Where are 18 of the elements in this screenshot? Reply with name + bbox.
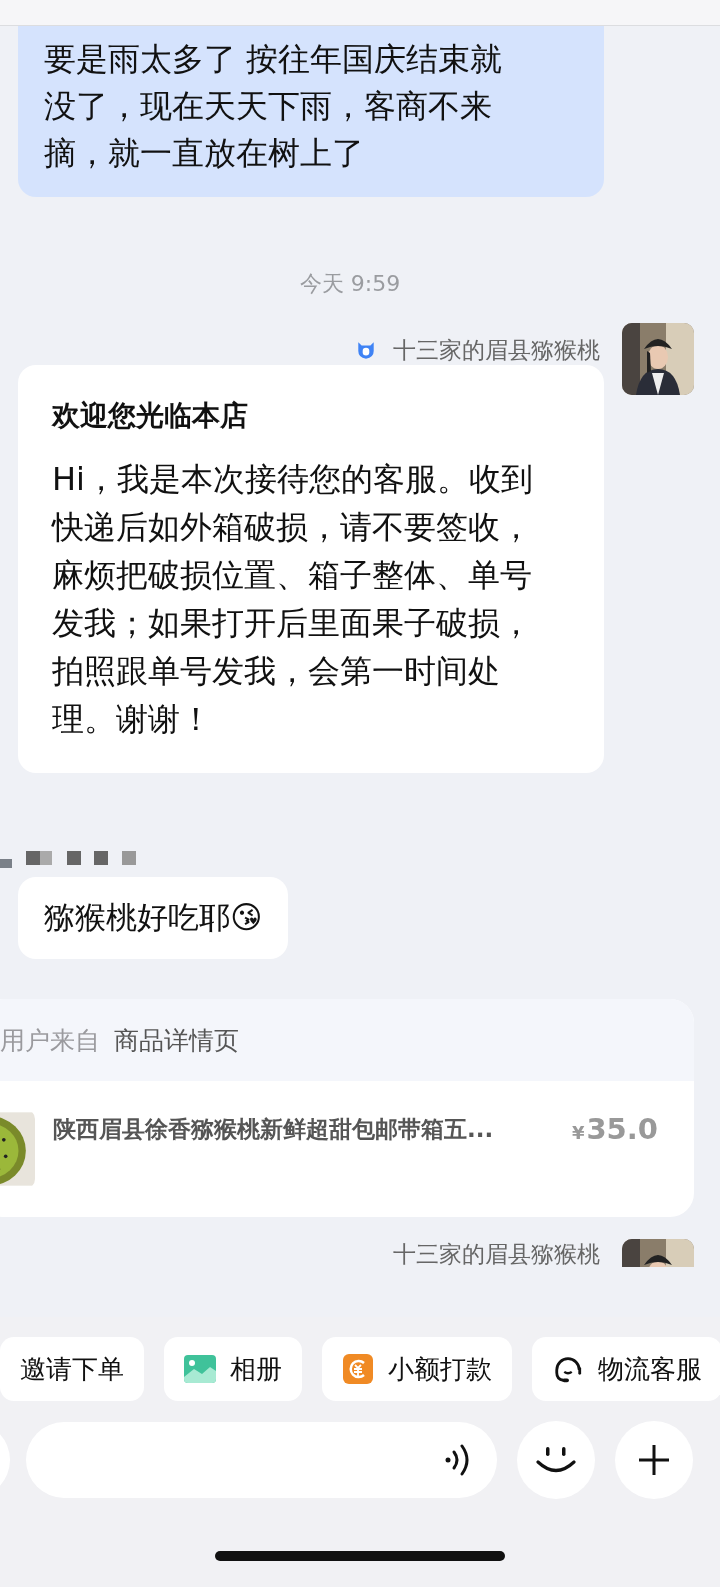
- quick-action-button[interactable]: 邀请下单: [0, 1337, 144, 1401]
- product-price: ¥35.0: [571, 1112, 658, 1146]
- product-card[interactable]: 用户来自 商品详情页 陕西眉县徐香猕猴桃新鲜超甜包邮带箱五... ¥35.0: [0, 999, 694, 1217]
- message-text: 没了，现在天天下雨，客商不来: [44, 86, 493, 127]
- source-page: 商品详情页: [114, 1024, 239, 1057]
- quick-action-button[interactable]: 相册: [164, 1337, 302, 1401]
- message-text: 猕猴桃好吃耶😘: [44, 899, 263, 935]
- message-title: 欢迎您光临本店: [52, 398, 249, 434]
- message-text: Hi，我是本次接待您的客服。收到快递后如外箱破损，请不要签收，麻烦把破损位置、箱子整体、单号发我；如果打开后里面果子破损，拍照跟单号发我，会第一时间处理。谢谢！: [52, 459, 534, 740]
- product-title: 陕西眉县徐香猕猴桃新鲜超甜包邮带箱五...: [53, 1114, 495, 1144]
- quick-action-button[interactable]: 物流客服: [532, 1337, 720, 1401]
- timestamp: 今天 9:59: [299, 270, 401, 298]
- sender-name: 十三家的眉县猕猴桃: [393, 336, 600, 365]
- quick-action-button[interactable]: 小额打款: [322, 1337, 512, 1401]
- message-text: 要是雨太多了 按往年国庆结束就: [44, 39, 504, 80]
- message-text: 摘，就一直放在树上了: [44, 133, 365, 174]
- source-label: 用户来自: [0, 1024, 100, 1057]
- sender-name: 十三家的眉县猕猴桃: [393, 1240, 600, 1269]
